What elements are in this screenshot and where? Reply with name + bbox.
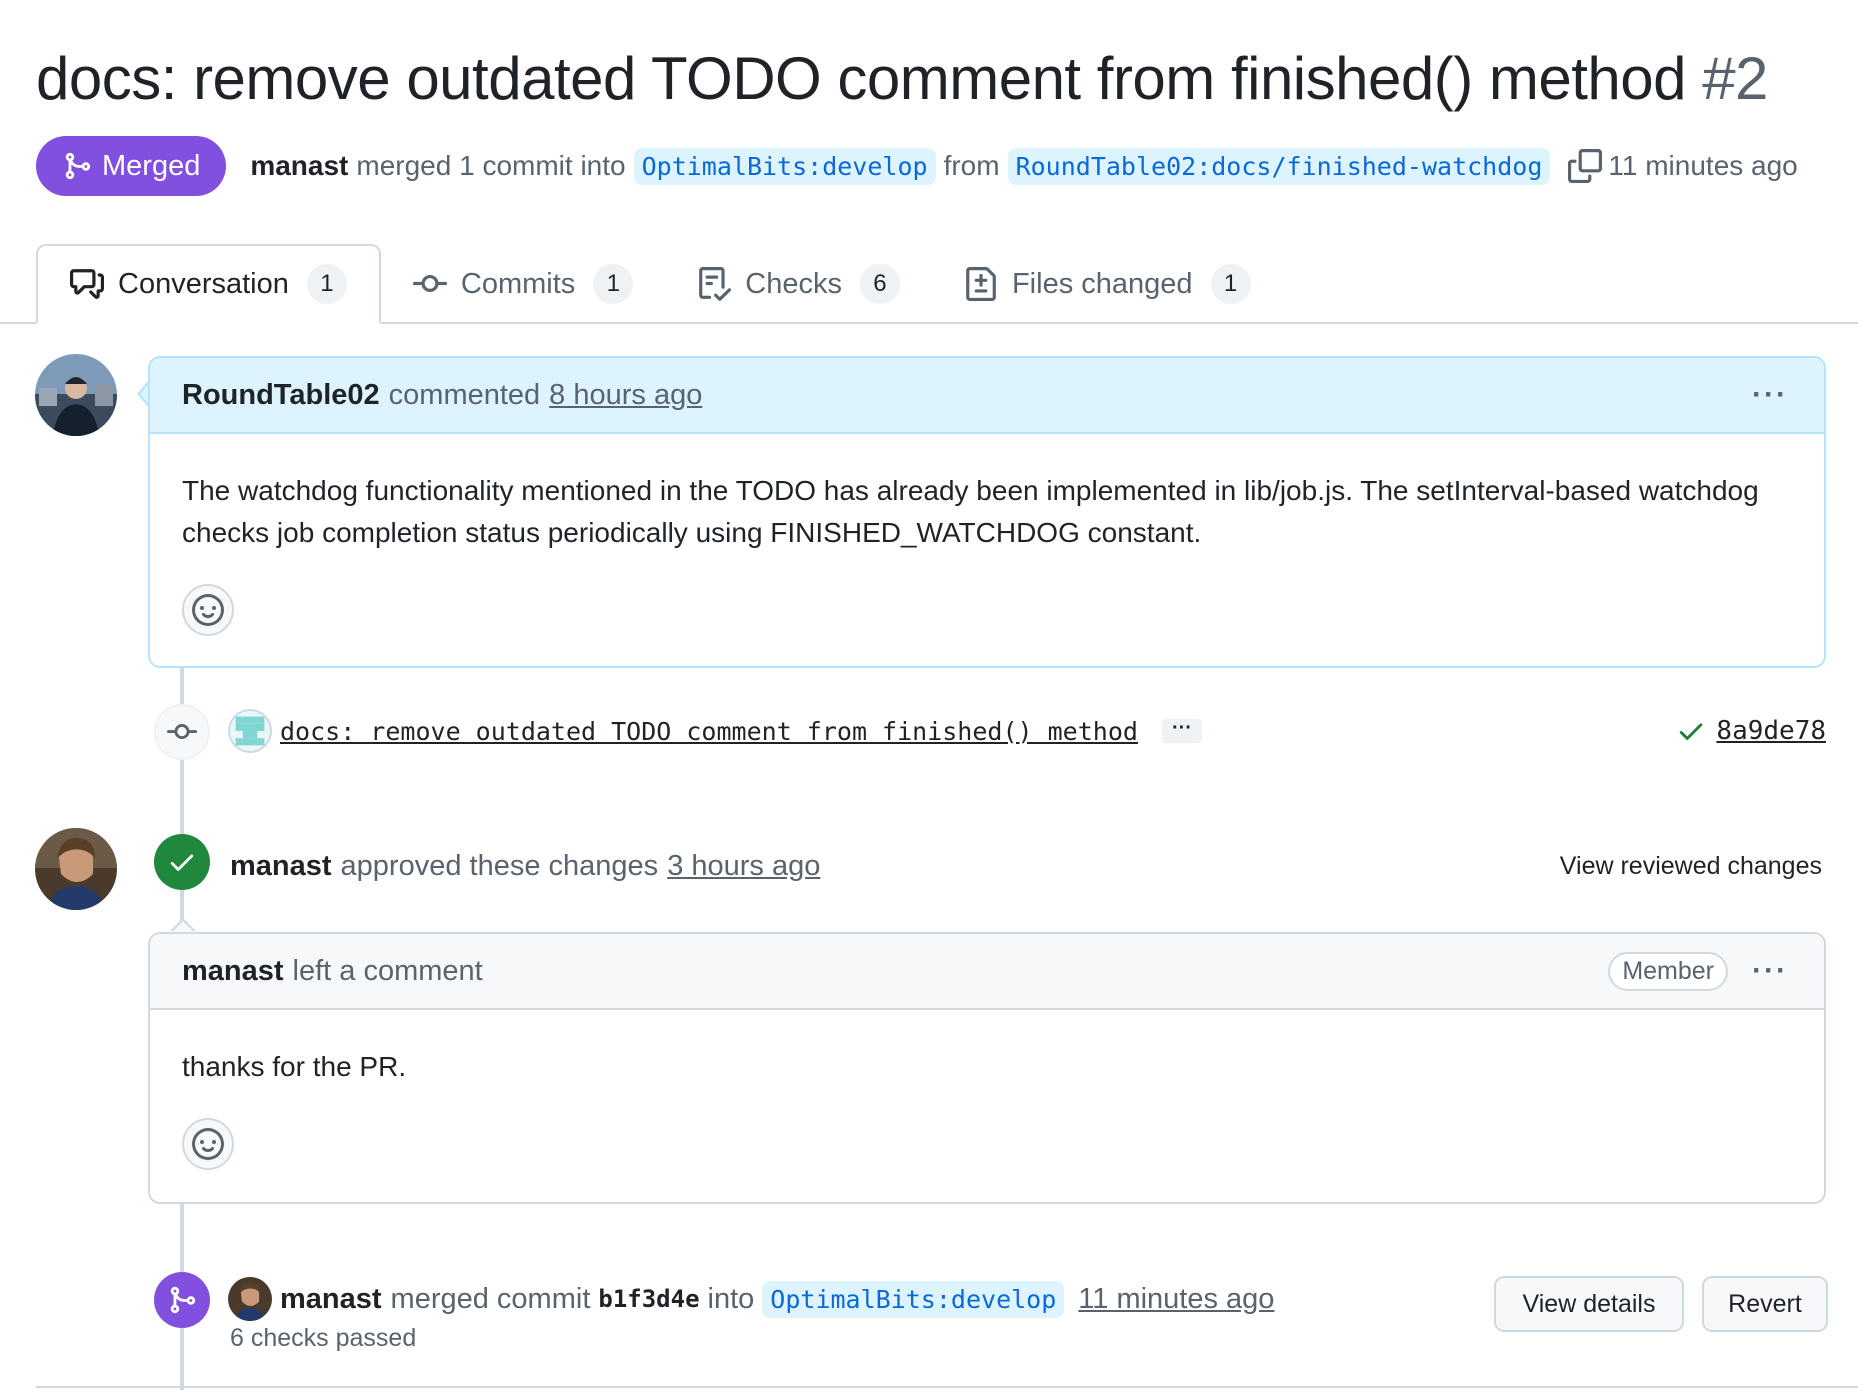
review-comment-body: thanks for the PR. bbox=[182, 1051, 407, 1082]
merge-event-row: manast merged commit b1f3d4e into Optima… bbox=[228, 1274, 1274, 1324]
head-branch-link[interactable]: RoundTable02:docs/finished-watchdog bbox=[1007, 147, 1551, 185]
user-photo-icon bbox=[35, 354, 117, 436]
pr-tabs: Conversation 1 Commits 1 Checks 6 Files … bbox=[36, 244, 1283, 324]
git-merge-icon bbox=[65, 152, 91, 180]
commit-author-avatar[interactable] bbox=[228, 709, 272, 753]
meta-from: from bbox=[943, 150, 1000, 181]
review-action: approved these changes bbox=[340, 849, 659, 882]
merge-commit-sha-link[interactable]: b1f3d4e bbox=[598, 1285, 699, 1313]
comment-body: The watchdog functionality mentioned in … bbox=[182, 475, 1759, 548]
check-icon bbox=[170, 854, 194, 871]
comment-header: RoundTable02 commented 8 hours ago ··· bbox=[150, 358, 1824, 434]
pr-number: #2 bbox=[1702, 45, 1768, 112]
meta-text: merged 1 commit into bbox=[356, 150, 626, 181]
merge-into: into bbox=[707, 1282, 755, 1315]
copy-icon[interactable] bbox=[1568, 149, 1603, 183]
user-photo-icon bbox=[35, 828, 117, 910]
view-reviewed-changes-link[interactable]: View reviewed changes bbox=[1560, 852, 1822, 881]
checks-passed-text: 6 checks passed bbox=[230, 1324, 417, 1352]
member-badge: Member bbox=[1608, 951, 1728, 991]
bottom-divider bbox=[36, 1386, 1858, 1388]
comment-discussion-icon bbox=[70, 269, 104, 299]
tab-checks-label: Checks bbox=[745, 267, 842, 300]
checklist-icon bbox=[699, 267, 732, 301]
revert-button[interactable]: Revert bbox=[1702, 1276, 1828, 1332]
tab-commits-count: 1 bbox=[593, 264, 634, 304]
commit-row: docs: remove outdated TODO comment from … bbox=[228, 708, 1826, 754]
tab-conversation-count: 1 bbox=[306, 264, 347, 304]
git-commit-icon bbox=[412, 274, 447, 292]
tab-files-changed[interactable]: Files changed 1 bbox=[932, 244, 1283, 324]
file-diff-icon bbox=[966, 267, 996, 301]
review-comment-action: left a comment bbox=[292, 954, 483, 987]
review-comment-options-button[interactable]: ··· bbox=[1752, 954, 1788, 988]
merged-event-badge bbox=[154, 1272, 210, 1328]
comment-author-link[interactable]: RoundTable02 bbox=[182, 379, 380, 412]
smiley-icon bbox=[192, 594, 224, 626]
meta-time: 11 minutes ago bbox=[1608, 150, 1798, 181]
comment-options-button[interactable]: ··· bbox=[1752, 378, 1788, 412]
tab-checks-count: 6 bbox=[859, 264, 900, 304]
reviewer-link[interactable]: manast bbox=[230, 850, 332, 883]
commit-event-badge bbox=[154, 704, 210, 760]
review-pointer-inner bbox=[172, 921, 194, 932]
merge-time-link[interactable]: 11 minutes ago bbox=[1078, 1283, 1274, 1316]
commit-expand-button[interactable]: ··· bbox=[1161, 718, 1202, 743]
avatar-roundtable02[interactable] bbox=[35, 354, 117, 436]
add-reaction-button[interactable] bbox=[182, 584, 234, 636]
git-commit-icon bbox=[167, 724, 197, 740]
merged-state-badge: Merged bbox=[36, 136, 227, 196]
commit-sha-link[interactable]: 8a9de78 bbox=[1716, 716, 1826, 746]
review-comment-card: manast left a comment Member ··· thanks … bbox=[148, 932, 1826, 1204]
meta-author-link[interactable]: manast bbox=[250, 150, 348, 182]
tab-conversation[interactable]: Conversation 1 bbox=[36, 244, 381, 324]
merger-link[interactable]: manast bbox=[280, 1283, 382, 1316]
merger-avatar[interactable] bbox=[228, 1277, 272, 1321]
tab-checks[interactable]: Checks 6 bbox=[665, 244, 932, 324]
review-comment-author-link[interactable]: manast bbox=[182, 955, 284, 988]
tab-files-label: Files changed bbox=[1011, 267, 1193, 300]
pr-title-text: docs: remove outdated TODO comment from … bbox=[36, 45, 1687, 112]
comment-time-link[interactable]: 8 hours ago bbox=[549, 379, 702, 412]
review-time-link[interactable]: 3 hours ago bbox=[667, 850, 820, 883]
tab-files-count: 1 bbox=[1210, 264, 1251, 304]
review-comment-header: manast left a comment Member ··· bbox=[150, 934, 1824, 1010]
merge-action: merged commit bbox=[390, 1282, 591, 1315]
state-label: Merged bbox=[102, 149, 201, 182]
pr-title: docs: remove outdated TODO comment from … bbox=[36, 44, 1768, 113]
merge-base-branch-link[interactable]: OptimalBits:develop bbox=[762, 1280, 1065, 1318]
avatar-manast[interactable] bbox=[35, 828, 117, 910]
approved-badge bbox=[154, 834, 210, 890]
tab-conversation-label: Conversation bbox=[118, 267, 289, 300]
check-icon[interactable] bbox=[1676, 716, 1706, 746]
pr-meta: Merged manast merged 1 commit into Optim… bbox=[36, 136, 1798, 196]
add-reaction-button[interactable] bbox=[182, 1118, 234, 1170]
smiley-icon bbox=[192, 1128, 224, 1160]
user-photo-icon bbox=[228, 1277, 272, 1321]
identicon-icon bbox=[235, 716, 265, 746]
review-row: manast approved these changes 3 hours ag… bbox=[230, 842, 1822, 890]
base-branch-link[interactable]: OptimalBits:develop bbox=[633, 147, 936, 185]
commit-message-link[interactable]: docs: remove outdated TODO comment from … bbox=[280, 717, 1138, 746]
view-details-button[interactable]: View details bbox=[1494, 1276, 1684, 1332]
git-merge-icon bbox=[170, 1286, 196, 1314]
tab-commits[interactable]: Commits 1 bbox=[381, 244, 665, 324]
comment-card: RoundTable02 commented 8 hours ago ··· T… bbox=[148, 356, 1826, 668]
commit-sha-group: 8a9de78 bbox=[1676, 716, 1826, 746]
tab-commits-label: Commits bbox=[460, 267, 576, 300]
comment-action: commented bbox=[388, 378, 541, 411]
